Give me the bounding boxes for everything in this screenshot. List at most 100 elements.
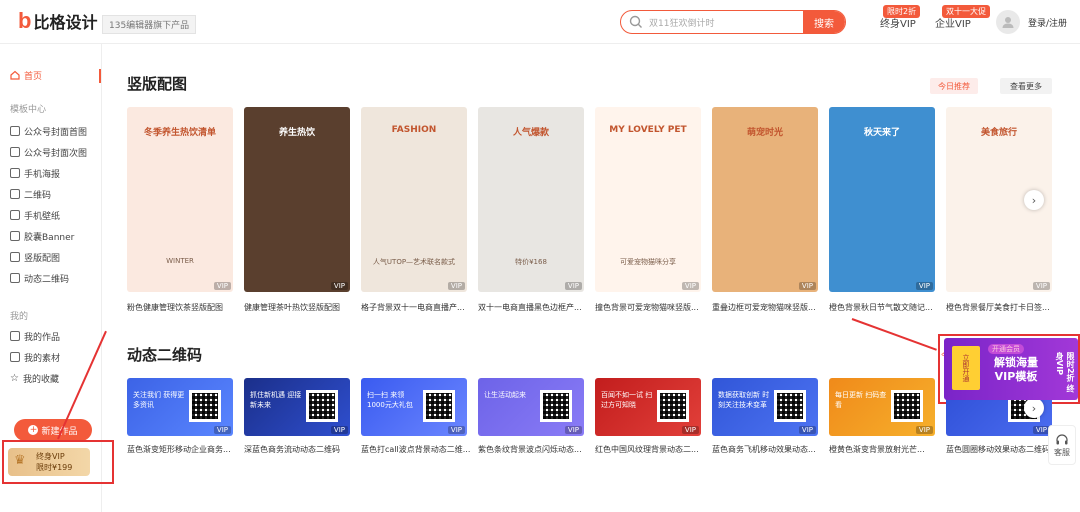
promo-headline: 解锁海量 VIP模板 [986, 356, 1046, 384]
view-more-button[interactable]: 查看更多 [1000, 78, 1052, 94]
star-icon: ☆ [10, 372, 19, 384]
template-caption: 格子背景双十一电商直播产... [361, 303, 465, 312]
template-caption: 蓝色商务飞机移动效果动态... [712, 445, 816, 454]
sidebar-item-label: 手机海报 [24, 169, 61, 180]
sidebar-item-label: 我的收藏 [22, 374, 59, 385]
dynamic-qrcode-card[interactable]: 让生活动起来 VIP 紫色条纹背景波点闪烁动态... [478, 378, 584, 458]
sidebar-item-qrcode[interactable]: 二维码 [10, 187, 51, 201]
logo[interactable]: b 比格设计 [18, 8, 98, 33]
login-link[interactable]: 登录/注册 [1028, 16, 1067, 29]
section-title-dynamic-qrcode: 动态二维码 [127, 346, 203, 364]
sidebar-group-templates: 模板中心 [10, 105, 47, 115]
logo-mark: b [18, 8, 32, 33]
document-icon [10, 331, 20, 341]
carousel-next-button[interactable]: › [1024, 190, 1044, 210]
sidebar-item-label: 二维码 [24, 190, 52, 201]
avatar[interactable] [996, 10, 1020, 34]
vertical-template-card[interactable]: FASHION 人气UTOP—艺术联名款式 VIP 格子背景双十一电商直播产... [361, 107, 467, 317]
qrcode-image [306, 390, 338, 422]
image-icon [10, 168, 20, 178]
promo-headline-line1: 解锁海量 [994, 356, 1038, 369]
template-caption: 撞色背景可爱宠物猫咪竖版... [595, 303, 699, 312]
vip-tag: VIP [213, 282, 231, 290]
top-header: b 比格设计 135编辑器旗下产品 双11狂欢倒计时 搜索 限时2折 终身VIP… [0, 0, 1080, 44]
sidebar-item-poster[interactable]: 手机海报 [10, 166, 60, 180]
template-caption: 深蓝色商务流动动态二维码 [244, 445, 340, 454]
folder-icon [10, 352, 20, 362]
sidebar-item-label: 我的素材 [24, 353, 61, 364]
sidebar-item-home[interactable]: 首页 [10, 68, 42, 82]
headset-icon [1056, 433, 1068, 444]
dynamic-qrcode-card[interactable]: 数据获取创新 时刻关注技术变革 VIP 蓝色商务飞机移动效果动态... [712, 378, 818, 458]
vertical-template-card[interactable]: 人气爆款 特价¥168 VIP 双十一电商直播黑色边框产... [478, 107, 584, 317]
vip-tag: VIP [915, 282, 933, 290]
sidebar-item-label: 竖版配图 [24, 253, 61, 264]
new-work-button[interactable]: + 新建作品 [14, 419, 92, 441]
qrcode-image [657, 390, 689, 422]
sidebar-item-wallpaper[interactable]: 手机壁纸 [10, 208, 60, 222]
today-recommend-button[interactable]: 今日推荐 [930, 78, 978, 94]
image-icon [10, 252, 20, 262]
thumbnail-title: MY LOVELY PET [609, 125, 687, 135]
sidebar-item-label: 胶囊Banner [24, 232, 75, 243]
sidebar-item-vertical[interactable]: 竖版配图 [10, 250, 60, 264]
vip-tag: VIP [330, 426, 348, 434]
template-thumbnail: 让生活动起来 VIP [478, 378, 584, 436]
template-caption: 重叠边框可爱宠物猫咪竖版... [712, 303, 816, 312]
sidebar-item-label: 动态二维码 [24, 274, 70, 285]
customer-service-label: 客服 [1054, 447, 1070, 457]
dynamic-qrcode-card[interactable]: 抓住新机遇 迎接新未来 VIP 深蓝色商务流动动态二维码 [244, 378, 350, 458]
sidebar-item-banner[interactable]: 胶囊Banner [10, 229, 74, 243]
template-thumbnail: MY LOVELY PET 可爱宠物猫咪分享 VIP [595, 107, 701, 292]
template-thumbnail: 每日更新 扫码查看 VIP [829, 378, 935, 436]
vertical-template-card[interactable]: 秋天来了 VIP 橙色背景秋日节气散文随记... [829, 107, 935, 317]
dynamic-qrcode-card[interactable]: 每日更新 扫码查看 VIP 橙黄色渐变背景放射光芒... [829, 378, 935, 458]
sidebar-item-my-assets[interactable]: 我的素材 [10, 350, 60, 364]
sidebar-item-my-works[interactable]: 我的作品 [10, 329, 60, 343]
search-button[interactable]: 搜索 [803, 11, 845, 33]
template-thumbnail: 扫一扫 来领1000元大礼包 VIP [361, 378, 467, 436]
sidebar-item-cover-main[interactable]: 公众号封面首图 [10, 124, 87, 138]
sidebar-item-cover-secondary[interactable]: 公众号封面次图 [10, 145, 87, 159]
annotation-arrow-right [851, 318, 937, 351]
gift-badge: 立即开通 [952, 346, 980, 390]
search-bar[interactable]: 双11狂欢倒计时 搜索 [620, 10, 846, 34]
dynamic-qrcode-card[interactable]: 关注我们 获得更多资讯 VIP 蓝色渐变矩形移动企业商务... [127, 378, 233, 458]
thumbnail-subtitle: 人气UTOP—艺术联名款式 [372, 258, 456, 266]
vertical-template-card[interactable]: 萌宠时光 VIP 重叠边框可爱宠物猫咪竖版... [712, 107, 818, 317]
logo-text: 比格设计 [33, 13, 98, 32]
qrcode-image [774, 390, 806, 422]
template-thumbnail: 关注我们 获得更多资讯 VIP [127, 378, 233, 436]
lifetime-vip-link[interactable]: 终身VIP [880, 15, 916, 30]
thumbnail-title: 养生热饮 [278, 128, 315, 138]
thumbnail-subtitle: WINTER [166, 257, 194, 265]
enterprise-vip-link[interactable]: 企业VIP [935, 15, 971, 30]
vip-tag: VIP [447, 426, 465, 434]
vip-promo-banner[interactable]: 立即开通 开通会员 解锁海量 VIP模板 限时2折 终身VIP [944, 338, 1078, 400]
vertical-template-card[interactable]: 养生热饮 VIP 健康管理茶叶热饮竖版配图 [244, 107, 350, 317]
thumbnail-title: FASHION [391, 125, 437, 135]
thumbnail-title: 抓住新机遇 迎接新未来 [250, 391, 302, 409]
template-thumbnail: 抓住新机遇 迎接新未来 VIP [244, 378, 350, 436]
search-icon [629, 15, 642, 28]
dynamic-qrcode-card[interactable]: 百闻不如一试 扫过方可知晓 VIP 红色中国风纹理背景动态二... [595, 378, 701, 458]
dynamic-qrcode-card[interactable]: 扫一扫 来领1000元大礼包 VIP 蓝色打call波点背景动态二维... [361, 378, 470, 458]
vip-tag: VIP [915, 426, 933, 434]
search-input[interactable]: 双11狂欢倒计时 [643, 16, 803, 29]
qrcode-image [891, 390, 923, 422]
template-caption: 橙色背景秋日节气散文随记... [829, 303, 933, 312]
thumbnail-subtitle: 特价¥168 [515, 258, 547, 266]
qrcode-image [423, 390, 455, 422]
customer-service-button[interactable]: 客服 [1048, 425, 1076, 465]
vertical-template-card[interactable]: MY LOVELY PET 可爱宠物猫咪分享 VIP 撞色背景可爱宠物猫咪竖版... [595, 107, 701, 317]
image-icon [10, 147, 20, 157]
sidebar-item-favorites[interactable]: ☆ 我的收藏 [10, 371, 59, 385]
carousel-next-button-2[interactable]: › [1024, 398, 1044, 418]
sidebar-item-dynamic-qrcode[interactable]: 动态二维码 [10, 271, 69, 285]
vertical-template-card[interactable]: 美食旅行 VIP 橙色背景餐厅美食打卡日签... [946, 107, 1052, 317]
thumbnail-title: 扫一扫 来领1000元大礼包 [367, 391, 413, 409]
phone-icon [10, 210, 20, 220]
vertical-template-card[interactable]: 冬季养生热饮清单 WINTER VIP 粉色健康管理饮茶竖版配图 [127, 107, 233, 317]
sidebar-item-label: 首页 [24, 71, 43, 82]
active-indicator [99, 69, 101, 83]
